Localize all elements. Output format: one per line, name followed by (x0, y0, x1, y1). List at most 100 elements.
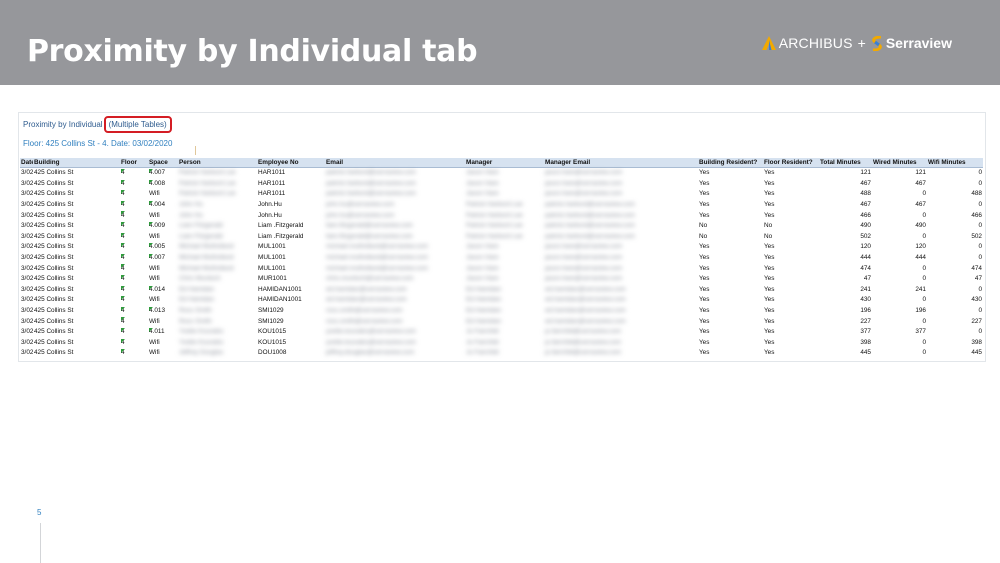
table-cell: yvette.kourakis@serraview.com (326, 338, 416, 346)
column-header[interactable]: Email (325, 158, 465, 168)
table-cell: Wifi (149, 275, 160, 283)
table-cell: Yes (699, 243, 710, 251)
column-header[interactable]: Employee No (257, 158, 325, 168)
table-cell: 3/02/2020 (21, 307, 33, 315)
table-row[interactable]: 3/02/2020425 Collins St 44.008Patrick Har… (20, 179, 983, 190)
table-row[interactable]: 3/02/2020425 Collins St 4Wifi Ross Smith SM… (20, 316, 983, 327)
table-row[interactable]: 3/02/2020425 Collins St 4Wifi Patrick Harb… (20, 189, 983, 200)
table-cell: 4 (120, 327, 148, 338)
table-cell: Jo Fairchild (466, 349, 499, 357)
column-header[interactable]: Manager (465, 158, 544, 168)
table-row[interactable]: 3/02/2020425 Collins St 4Wifi Jeffrey Doug… (20, 348, 983, 359)
table-cell: Yes (764, 211, 775, 219)
table-cell: jason.hare@serraview.com (545, 190, 623, 198)
table-cell: Wifi (149, 296, 160, 304)
column-header[interactable]: Building Resident? (698, 158, 763, 168)
table-cell: 0 (978, 222, 982, 230)
table-row[interactable]: 3/02/2020425 Collins St44.014Ed HamidanH… (20, 285, 983, 296)
column-header[interactable]: Building (33, 158, 120, 168)
table-cell: 4 (120, 274, 148, 285)
table-cell: Patrick Harbord Lee (466, 232, 523, 240)
table-cell: Liam Fitzgerald (179, 222, 223, 230)
column-header[interactable]: Floor Resident? (763, 158, 819, 168)
table-cell: 4 (120, 168, 148, 179)
column-header[interactable]: Manager Email (544, 158, 698, 168)
column-header[interactable]: Wifi Minutes (927, 158, 983, 168)
table-cell: ed.hamidan@serraview.com (545, 317, 626, 325)
table-cell: 0 (978, 254, 982, 262)
multiple-tables-highlight[interactable]: (Multiple Tables) (103, 116, 172, 133)
table-cell: Yes (764, 275, 775, 283)
table-cell: 444 (860, 254, 871, 262)
column-header[interactable]: Floor (120, 158, 148, 168)
table-cell: Patrick Harbord Lee (179, 190, 236, 198)
table-row[interactable]: 3/02/2020425 Collins St 4Wifi Chris Murdoc… (20, 274, 983, 285)
table-cell: michael.mulholland@serraview.com (326, 264, 429, 272)
table-cell: 430 (971, 296, 982, 304)
table-row[interactable]: 3/02/2020425 Collins St 4Wifi Ed Hamidan HA… (20, 295, 983, 306)
table-row[interactable]: 3/02/2020425 Collins St 4Wifi Michael Mulh… (20, 263, 983, 274)
table-cell: KOU1015 (258, 338, 287, 346)
table-row[interactable]: 3/02/2020425 Collins St 44.007Patrick Har… (20, 168, 983, 179)
column-header[interactable]: Wired Minutes (872, 158, 927, 168)
table-cell: chris.murdoch@serraview.com (326, 275, 414, 283)
table-cell: 4.013 (148, 306, 178, 317)
table-cell: Yes (699, 254, 710, 262)
table-cell: 241 (860, 285, 871, 293)
table-cell: 490 (915, 222, 926, 230)
table-header-row: DateBuildingFloorSpacePersonEmployee NoE… (20, 158, 983, 168)
table-cell: SMI1029 (258, 317, 284, 325)
table-cell: patrick.harbord@serraview.com (326, 179, 416, 187)
table-row[interactable]: 3/02/2020425 Collins St 44.011Yvette Kour… (20, 327, 983, 338)
table-row[interactable]: 3/02/2020425 Collins St 44.013Ross Smith S… (20, 306, 983, 317)
column-header[interactable]: Date (20, 158, 33, 168)
table-row[interactable]: 3/02/2020425 Collins St 4Wifi John Hu John.… (20, 210, 983, 221)
table-cell: jason.hare@serraview.com (545, 264, 623, 272)
table-cell: 0 (978, 285, 982, 293)
table-cell: Yes (699, 349, 710, 357)
table-cell: 227 (971, 317, 982, 325)
table-cell: 47 (974, 275, 982, 283)
table-cell: Jason Hare (466, 275, 499, 283)
slide-title: Proximity by Individual tab (27, 34, 478, 69)
table-row[interactable]: 3/02/2020425 Collins St 44.007Michael Mul… (20, 253, 983, 264)
table-cell: 398 (860, 338, 871, 346)
table-cell: 4.005 (148, 242, 178, 253)
report-title-link[interactable]: Proximity by Individual (23, 120, 103, 129)
table-cell: 3/02/2020 (21, 328, 33, 336)
table-cell: Yes (764, 201, 775, 209)
table-cell: DOU1008 (258, 349, 287, 357)
column-header[interactable]: Total Minutes (819, 158, 872, 168)
table-cell: HAR1011 (258, 179, 286, 187)
table-cell: Jason Hare (466, 179, 499, 187)
table-cell: Liam .Fitzgerald (258, 222, 304, 230)
table-cell: 3/02/2020 (21, 211, 33, 219)
table-cell: Patrick Harbord Lee (179, 179, 236, 187)
table-row[interactable]: 3/02/2020425 Collins St 4Wifi Yvette Koura… (20, 338, 983, 349)
table-row[interactable]: 3/02/2020425 Collins St 44.004John Hu John… (20, 200, 983, 211)
table-cell: 425 Collins St (34, 285, 74, 293)
table-cell: ed.hamidan@serraview.com (545, 307, 626, 315)
table-cell: 3/02/2020 (21, 264, 33, 272)
table-cell: Wifi (149, 190, 160, 198)
table-cell: 425 Collins St (34, 254, 74, 262)
table-cell: jo.fairchild@serraview.com (545, 349, 622, 357)
column-header[interactable]: Person (178, 158, 257, 168)
table-cell: John.Hu (258, 201, 282, 209)
table-cell: 4 (120, 316, 148, 327)
table-cell: No (764, 232, 773, 240)
table-row[interactable]: 3/02/2020425 Collins St 44.009Liam Fitzge… (20, 221, 983, 232)
table-row[interactable]: 3/02/2020425 Collins St 44.005Michael Mul… (20, 242, 983, 253)
table-cell: 425 Collins St (34, 222, 74, 230)
table-cell: ross.smith@serraview.com (326, 307, 403, 315)
table-cell: 120 (915, 243, 926, 251)
table-cell: john.hu@serraview.com (326, 201, 395, 209)
table-cell: 425 Collins St (34, 264, 74, 272)
column-header[interactable]: Space (148, 158, 178, 168)
table-cell: 4 (120, 348, 148, 359)
table-cell: ed.hamidan@serraview.com (326, 285, 407, 293)
table-row[interactable]: 3/02/2020425 Collins St 4Wifi Liam Fitzger… (20, 232, 983, 243)
table-cell: Ed Hamidan (466, 317, 502, 325)
table-cell: No (764, 222, 773, 230)
table-cell: patrick.harbord@serraview.com (545, 232, 635, 240)
